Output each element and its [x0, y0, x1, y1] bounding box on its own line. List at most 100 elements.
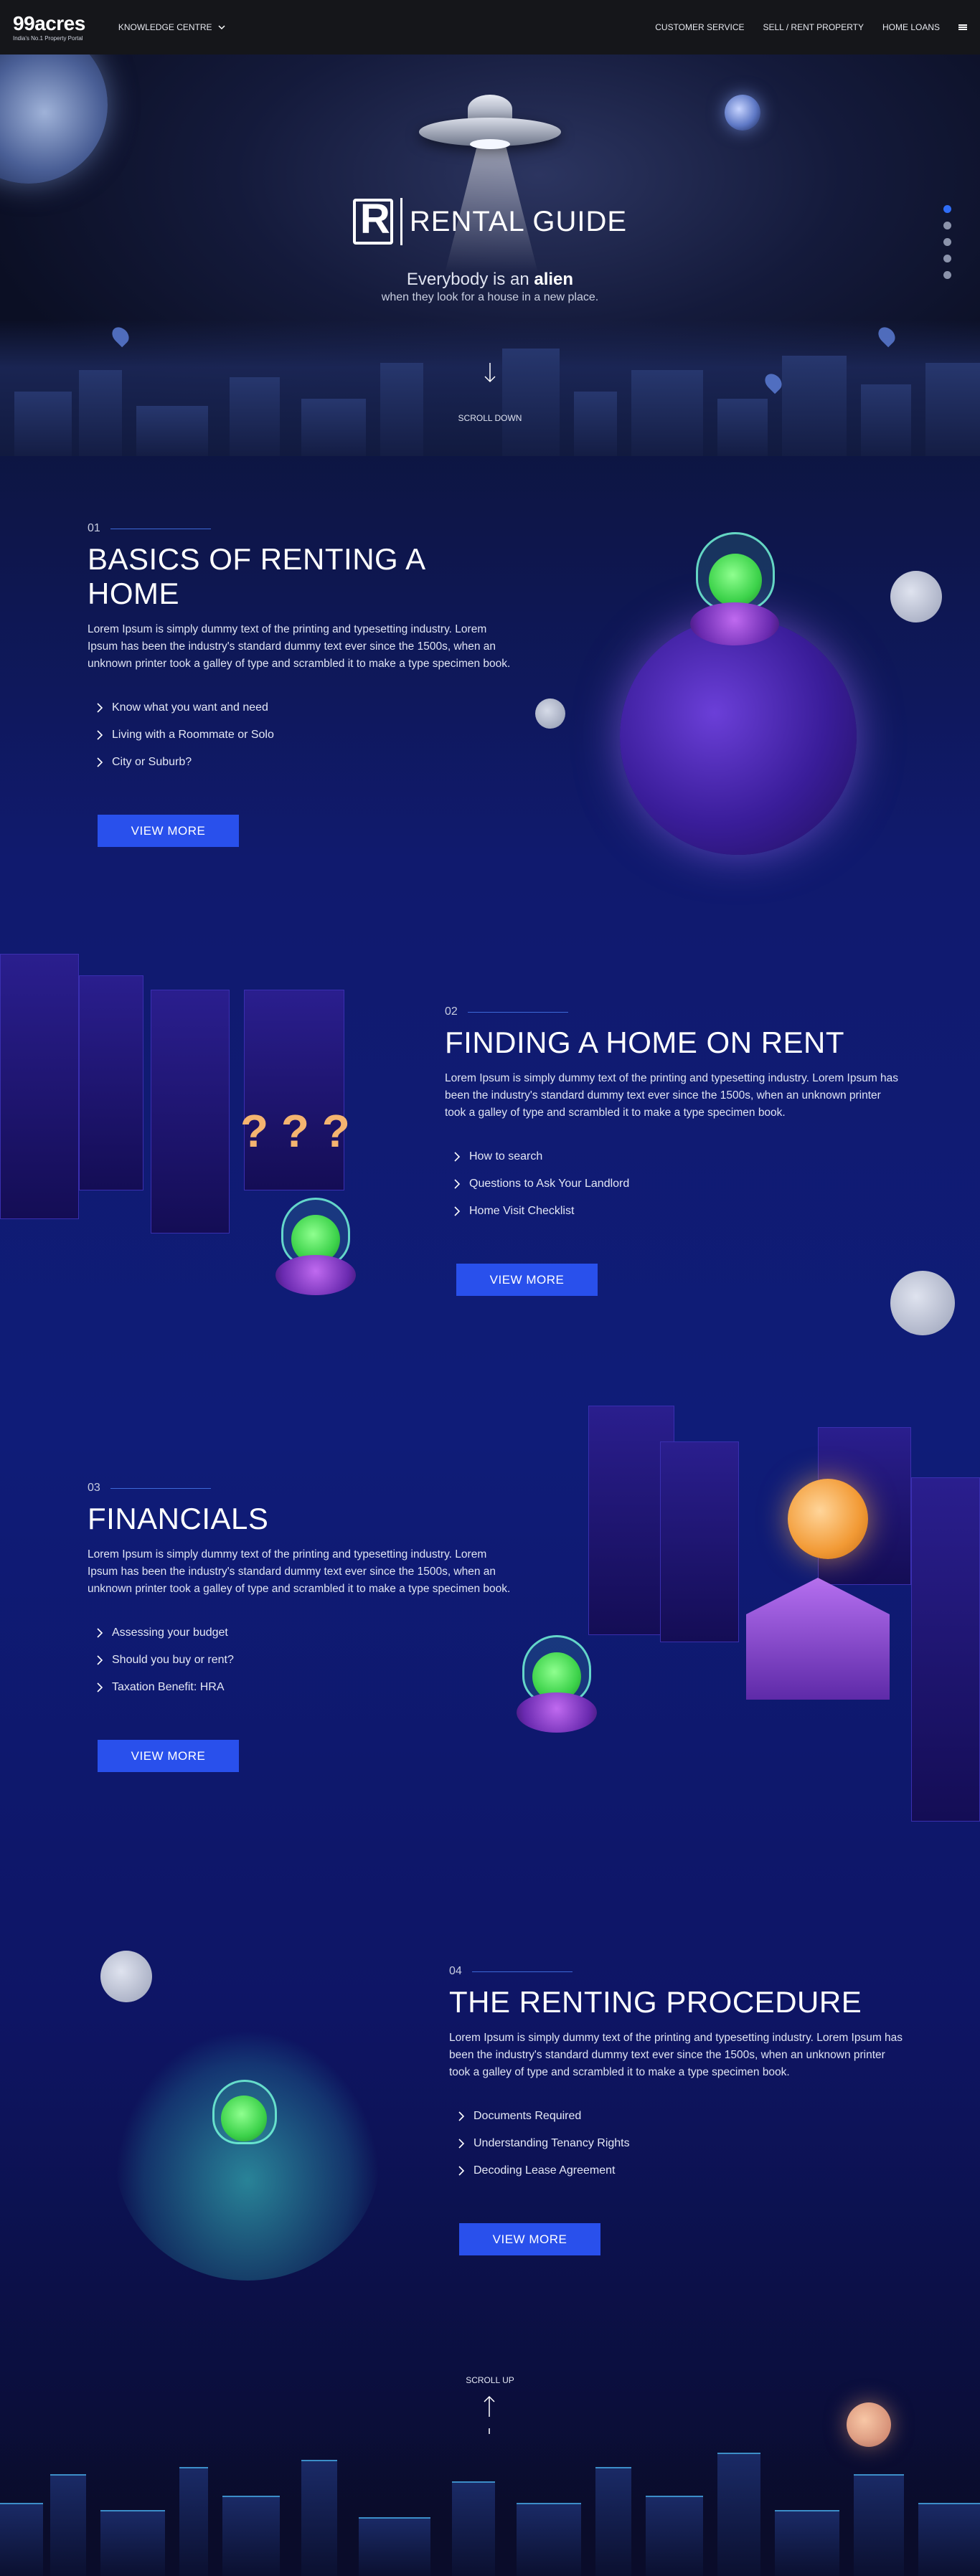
logo-text: 99acres	[13, 11, 85, 34]
chevron-right-icon	[97, 1628, 103, 1638]
nav-sell-rent-property[interactable]: SELL / RENT PROPERTY	[763, 22, 864, 32]
topic-item[interactable]: Documents Required	[458, 2110, 908, 2123]
topic-item[interactable]: How to search	[453, 1150, 904, 1163]
top-nav: CUSTOMER SERVICE SELL / RENT PROPERTY HO…	[655, 22, 967, 32]
alien-suit	[517, 1692, 597, 1733]
arrow-down-icon[interactable]	[484, 363, 496, 383]
pagination-dot[interactable]	[943, 238, 951, 246]
topic-label: Know what you want and need	[112, 701, 268, 714]
gold-coin-illustration	[788, 1479, 868, 1559]
chevron-right-icon	[97, 703, 103, 713]
section-number: 04	[449, 1965, 908, 1978]
pagination-dot[interactable]	[943, 271, 951, 279]
section-description: Lorem Ipsum is simply dummy text of the …	[445, 1072, 899, 1119]
moon-illustration	[890, 1271, 955, 1335]
view-more-button[interactable]: VIEW MORE	[459, 2223, 600, 2255]
hamburger-menu-icon[interactable]	[958, 24, 967, 30]
tagline-prefix: Everybody is an	[406, 270, 529, 289]
moon-illustration	[890, 571, 942, 622]
pagination-dot[interactable]	[943, 205, 951, 213]
topic-list: Know what you want and need Living with …	[88, 701, 518, 769]
topic-label: Decoding Lease Agreement	[473, 2164, 616, 2177]
pagination-dot[interactable]	[943, 255, 951, 262]
rental-guide-text: RENTAL GUIDE	[409, 205, 628, 237]
scroll-down-label[interactable]: SCROLL DOWN	[0, 413, 980, 423]
section-number: 03	[88, 1482, 518, 1495]
chevron-right-icon	[97, 1655, 103, 1665]
section-description: Lorem Ipsum is simply dummy text of the …	[449, 2032, 903, 2078]
section-finding-home: 02 FINDING A HOME ON RENT Lorem Ipsum is…	[445, 1005, 904, 1296]
map-pin-icon	[108, 323, 133, 348]
map-pin-icon	[875, 323, 899, 348]
hero-banner: RENTAL GUIDE Everybody is an alien when …	[0, 55, 980, 456]
building-illustration	[660, 1441, 739, 1642]
chevron-right-icon	[454, 1206, 461, 1216]
section-description: Lorem Ipsum is simply dummy text of the …	[88, 1548, 511, 1595]
section-description: Lorem Ipsum is simply dummy text of the …	[88, 623, 511, 670]
arrow-up-icon[interactable]	[484, 2395, 495, 2435]
alien-suit	[690, 602, 779, 645]
knowledge-centre-menu[interactable]: KNOWLEDGE CENTRE	[118, 22, 225, 32]
topic-item[interactable]: Living with a Roommate or Solo	[96, 729, 518, 742]
view-more-button[interactable]: VIEW MORE	[456, 1264, 598, 1296]
topic-item[interactable]: Assessing your budget	[96, 1626, 518, 1639]
topic-item[interactable]: Understanding Tenancy Rights	[458, 2137, 908, 2150]
r-logo-icon	[352, 199, 393, 245]
chevron-right-icon	[454, 1152, 461, 1162]
topic-label: Questions to Ask Your Landlord	[469, 1178, 630, 1190]
question-marks: ? ? ?	[240, 1105, 350, 1157]
section-number-text: 04	[449, 1965, 462, 1977]
section-number-text: 03	[88, 1482, 100, 1494]
hero-tagline: Everybody is an alien	[0, 270, 980, 290]
logo-tagline: India's No.1 Property Portal	[13, 34, 83, 42]
section-renting-procedure: 04 THE RENTING PROCEDURE Lorem Ipsum is …	[449, 1965, 908, 2255]
topic-label: Assessing your budget	[112, 1626, 228, 1639]
building-illustration	[79, 975, 143, 1190]
chevron-right-icon	[454, 1179, 461, 1189]
section-basics: 01 BASICS OF RENTING A HOME Lorem Ipsum …	[88, 522, 518, 847]
moon-illustration	[535, 699, 565, 729]
section-number: 02	[445, 1005, 904, 1018]
topic-item[interactable]: Home Visit Checklist	[453, 1205, 904, 1218]
section-financials: 03 FINANCIALS Lorem Ipsum is simply dumm…	[88, 1482, 518, 1772]
topic-label: Living with a Roommate or Solo	[112, 729, 274, 741]
building-illustration	[911, 1477, 980, 1822]
topic-list: How to search Questions to Ask Your Land…	[445, 1150, 904, 1218]
section-title: BASICS OF RENTING A HOME	[88, 542, 425, 610]
top-header: 99acres India's No.1 Property Portal KNO…	[0, 0, 980, 55]
topic-item[interactable]: City or Suburb?	[96, 756, 518, 769]
topic-item[interactable]: Decoding Lease Agreement	[458, 2164, 908, 2177]
view-more-button[interactable]: VIEW MORE	[98, 815, 239, 847]
topic-list: Assessing your budget Should you buy or …	[88, 1626, 518, 1694]
building-illustration	[151, 990, 230, 1233]
chevron-right-icon	[458, 2111, 465, 2121]
chevron-right-icon	[458, 2166, 465, 2176]
knowledge-centre-label: KNOWLEDGE CENTRE	[118, 22, 212, 32]
section-number-text: 02	[445, 1005, 458, 1018]
building-illustration	[0, 954, 79, 1219]
pagination-dot[interactable]	[943, 222, 951, 229]
topic-item[interactable]: Taxation Benefit: HRA	[96, 1681, 518, 1694]
moon-illustration	[100, 1951, 152, 2002]
chevron-right-icon	[458, 2139, 465, 2149]
topic-label: Should you buy or rent?	[112, 1654, 234, 1666]
topic-item[interactable]: Should you buy or rent?	[96, 1654, 518, 1667]
nav-customer-service[interactable]: CUSTOMER SERVICE	[655, 22, 744, 32]
site-logo[interactable]: 99acres India's No.1 Property Portal	[13, 11, 85, 42]
nav-home-loans[interactable]: HOME LOANS	[882, 22, 940, 32]
scroll-up-label[interactable]: SCROLL UP	[0, 2375, 980, 2385]
alien-illustration	[709, 554, 762, 607]
topic-label: Understanding Tenancy Rights	[473, 2137, 630, 2149]
section-title: FINANCIALS	[88, 1502, 269, 1535]
section-number: 01	[88, 522, 518, 535]
topic-item[interactable]: Know what you want and need	[96, 701, 518, 714]
chevron-right-icon	[97, 730, 103, 740]
topic-item[interactable]: Questions to Ask Your Landlord	[453, 1178, 904, 1190]
footer-city-skyline	[0, 2438, 980, 2576]
view-more-button[interactable]: VIEW MORE	[98, 1740, 239, 1772]
city-skyline	[0, 320, 980, 456]
bank-building-illustration	[746, 1578, 890, 1700]
topic-label: Taxation Benefit: HRA	[112, 1681, 225, 1693]
ufo-light	[470, 139, 510, 149]
title-divider	[400, 198, 402, 245]
